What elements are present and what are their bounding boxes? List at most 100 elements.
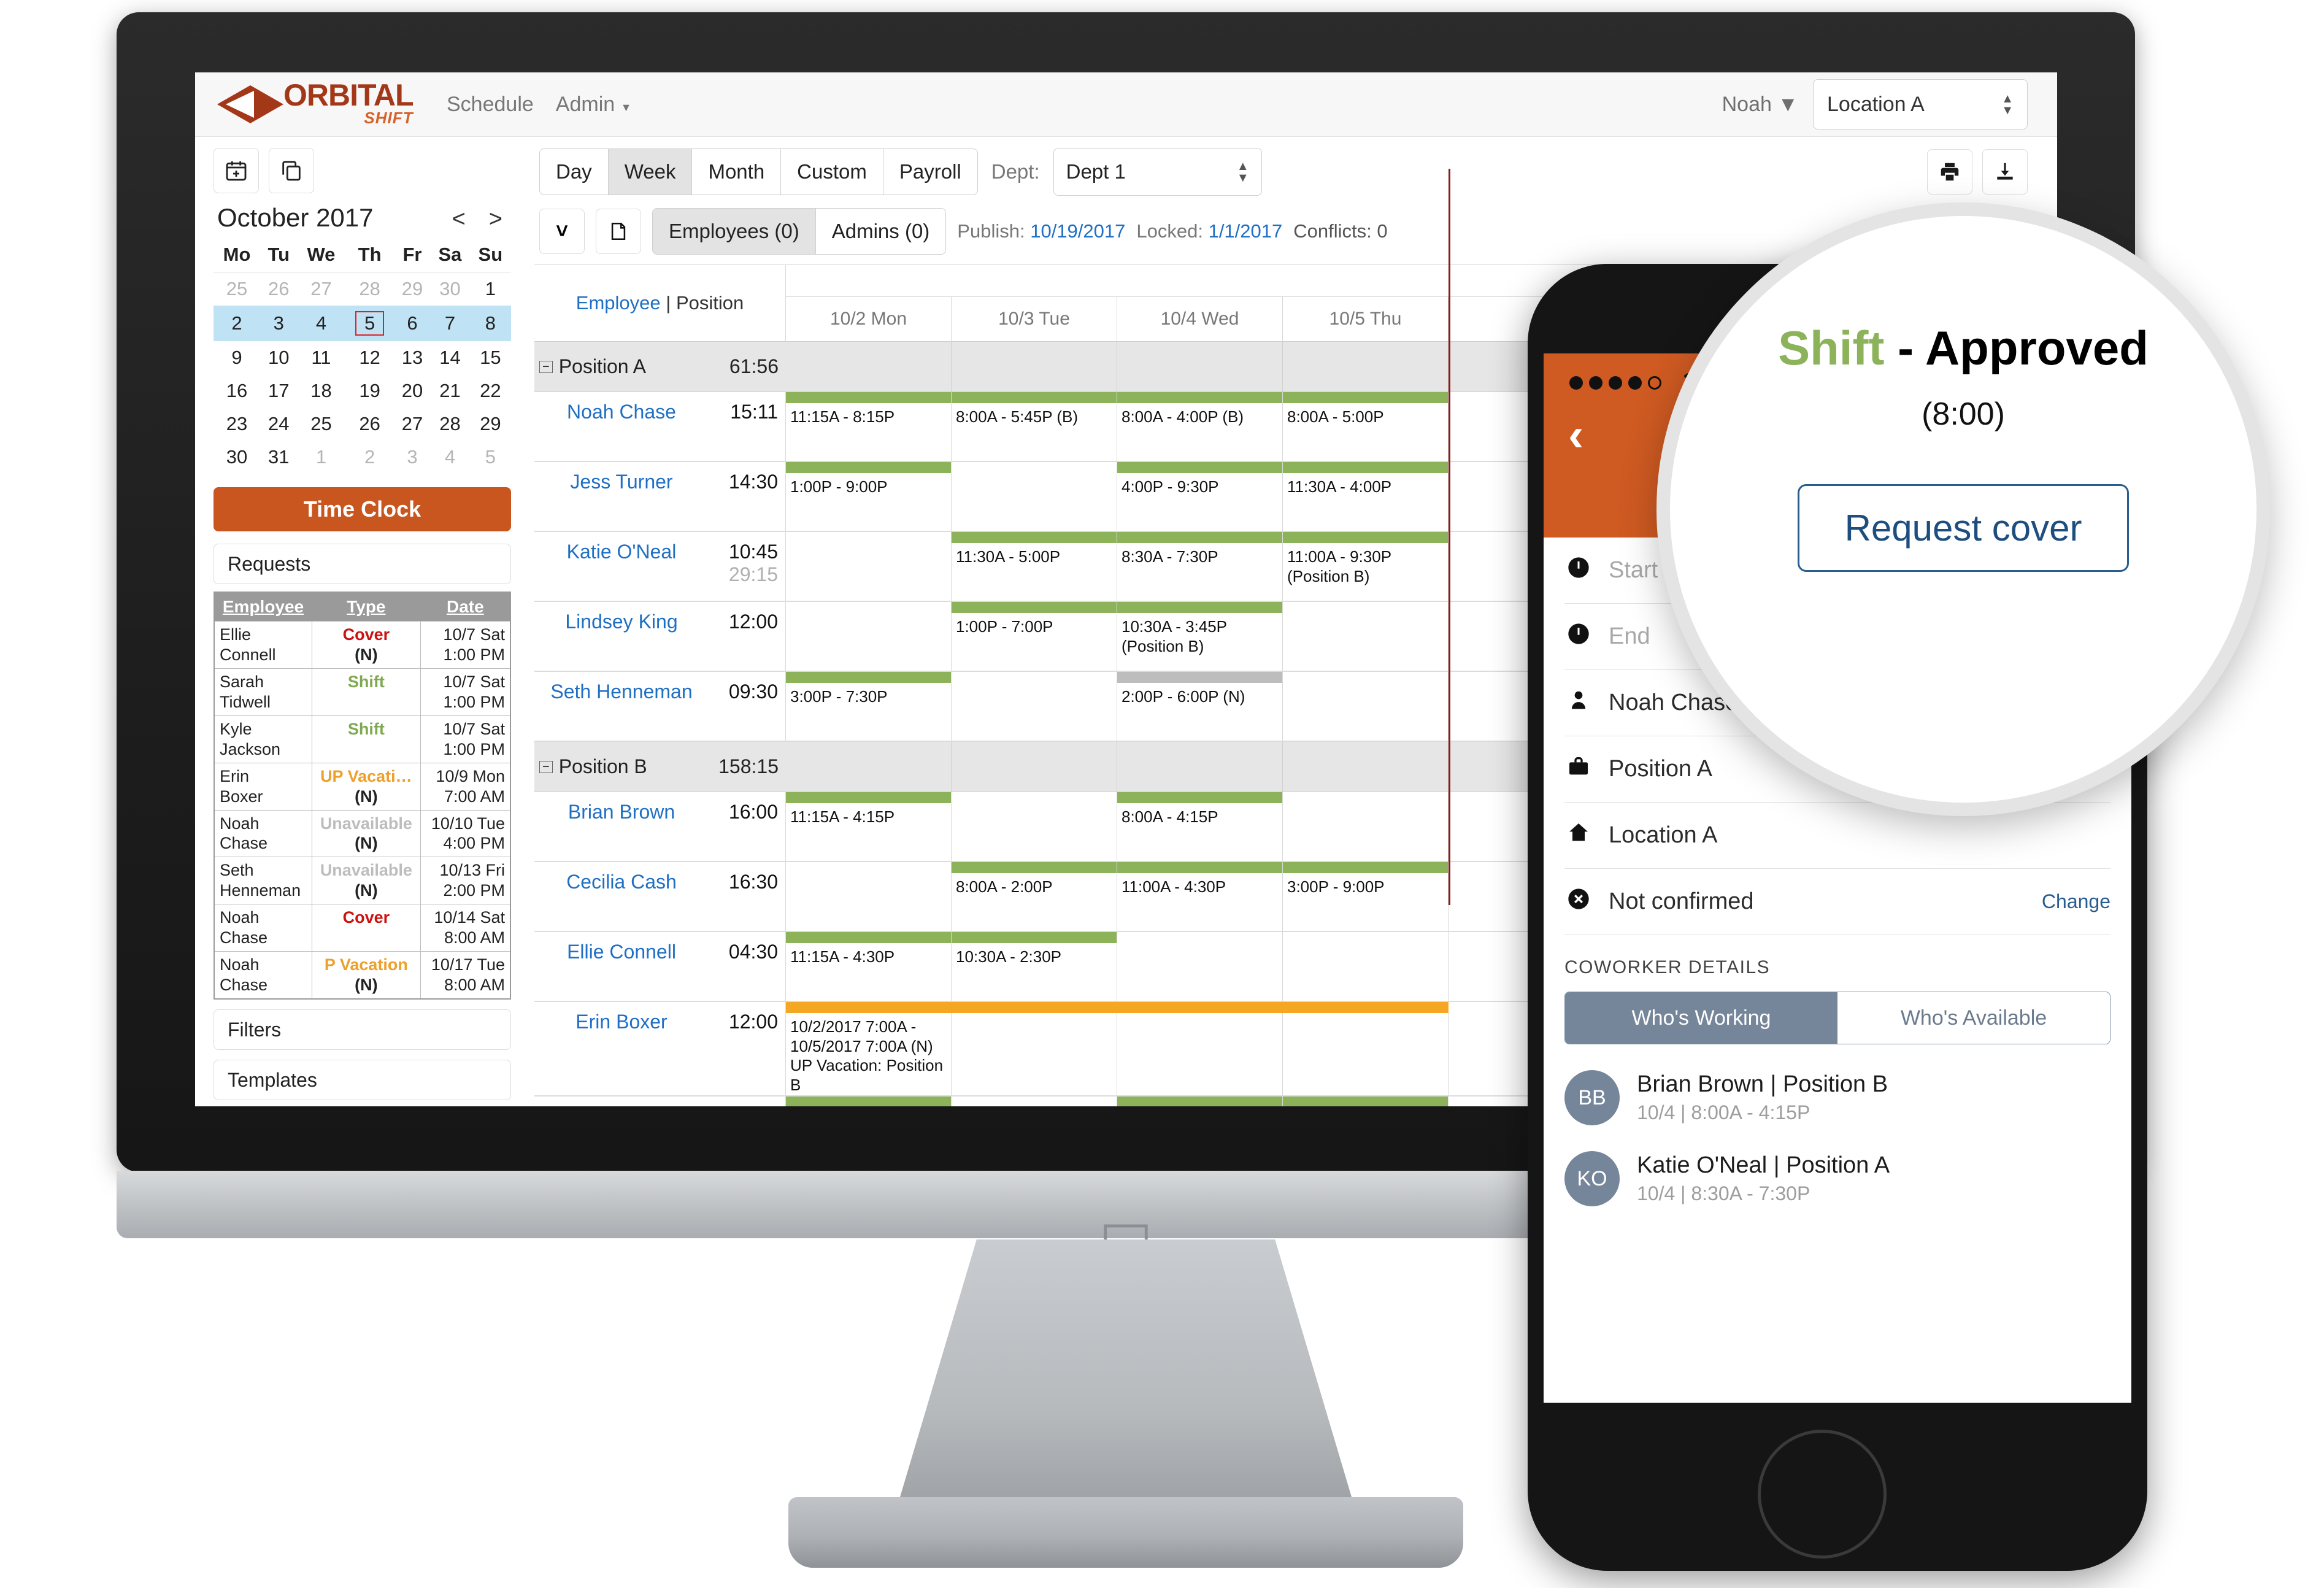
schedule-cell[interactable] [1117, 1002, 1283, 1095]
employee-name-link[interactable]: Jess Turner [534, 1097, 700, 1106]
calendar-day[interactable]: 17 [260, 374, 297, 407]
download-icon[interactable] [1982, 149, 2028, 195]
shift-text[interactable]: 11:15A - 4:15P [786, 803, 951, 827]
requests-column-header[interactable]: Date [420, 592, 510, 622]
tab-whos-working[interactable]: Who's Working [1565, 992, 1837, 1044]
requests-panel-header[interactable]: Requests [214, 544, 511, 584]
view-tab-day[interactable]: Day [540, 149, 609, 195]
schedule-cell[interactable]: 8:30A - 7:30P [1117, 532, 1283, 601]
employee-name-link[interactable]: Ellie Connell [534, 932, 700, 1001]
requests-row[interactable]: Noah Chase P Vacation (N) 10/17 Tue 8:00 AM [214, 951, 511, 1000]
shift-text[interactable]: 8:00A - 2:00P [952, 873, 1117, 897]
calendar-day[interactable]: 1 [297, 441, 345, 474]
schedule-cell[interactable]: 11:30A - 5:00P [952, 532, 1117, 601]
calendar-day[interactable]: 6 [394, 306, 431, 341]
tab-employees[interactable]: Employees (0) [653, 209, 816, 254]
collapse-icon[interactable]: − [539, 360, 553, 373]
shift-text[interactable]: 3:00P - 9:00P [1283, 873, 1448, 897]
locked-date[interactable]: 1/1/2017 [1209, 220, 1283, 242]
calendar-week-row[interactable]: 30 31 1 2 3 4 5 [214, 441, 511, 474]
shift-text[interactable]: 8:00A - 4:00P (B) [1117, 403, 1282, 427]
calendar-next-button[interactable]: > [489, 206, 502, 233]
schedule-cell[interactable]: 8:00A - 5:00P [1283, 392, 1449, 461]
schedule-cell[interactable] [1283, 672, 1449, 741]
calendar-week-row[interactable]: 25 26 27 28 29 30 1 [214, 272, 511, 306]
schedule-cell[interactable]: 11:00A - 9:30P (Position B) [1283, 532, 1449, 601]
calendar-day[interactable]: 23 [214, 407, 260, 441]
employee-name-link[interactable]: Cecilia Cash [534, 862, 700, 931]
calendar-day[interactable]: 16 [214, 374, 260, 407]
employee-name-link[interactable]: Seth Henneman [534, 672, 700, 741]
calendar-day[interactable]: 10 [260, 341, 297, 374]
calendar-day[interactable]: 2 [214, 306, 261, 341]
view-tab-month[interactable]: Month [692, 149, 782, 195]
shift-text[interactable]: 1:00P - 7:00P [952, 613, 1117, 637]
calendar-day[interactable]: 4 [430, 441, 469, 474]
calendar-day[interactable]: 5 [470, 441, 511, 474]
schedule-cell[interactable]: 11:15A - 8:15P [786, 392, 952, 461]
employee-position-header[interactable]: Employee | Position [534, 265, 786, 341]
shift-text[interactable]: 8:00A - 5:00P [1283, 403, 1448, 427]
calendar-day[interactable]: 3 [260, 306, 298, 341]
calendar-day[interactable]: 28 [430, 407, 469, 441]
schedule-cell[interactable]: 8:00A - 2:00P [952, 862, 1117, 931]
view-tab-custom[interactable]: Custom [781, 149, 883, 195]
requests-row[interactable]: Ellie Connell Cover (N) 10/7 Sat 1:00 PM [214, 621, 511, 669]
location-select[interactable]: Location A ▲ ▼ [1813, 79, 2028, 129]
nav-item-admin[interactable]: Admin ▼ [556, 93, 632, 117]
calendar-day[interactable]: 30 [214, 441, 260, 474]
calendar-day[interactable]: 26 [260, 272, 297, 306]
dept-select[interactable]: Dept 1 ▲ ▼ [1053, 148, 1262, 196]
calendar-prev-button[interactable]: < [452, 206, 466, 233]
calendar-day[interactable]: 28 [345, 272, 394, 306]
calendar-day[interactable]: 11 [297, 341, 345, 374]
schedule-cell[interactable]: 11:15A - 4:15P [786, 792, 952, 861]
coworker-list-item[interactable]: BB Brian Brown | Position B 10/4 | 8:00A -… [1564, 1044, 2110, 1125]
calendar-day[interactable]: 21 [430, 374, 469, 407]
schedule-cell[interactable] [952, 792, 1117, 861]
shift-text[interactable]: 10:30A - 2:30P [952, 943, 1117, 967]
calendar-day[interactable]: 26 [345, 407, 394, 441]
note-icon[interactable] [596, 209, 641, 254]
time-clock-button[interactable]: Time Clock [214, 487, 511, 531]
collapse-icon[interactable]: − [539, 760, 553, 773]
chevron-down-icon[interactable]: ˅ [539, 209, 585, 254]
calendar-day[interactable]: 29 [394, 272, 431, 306]
publish-date[interactable]: 10/19/2017 [1030, 220, 1125, 242]
requests-row[interactable]: Erin Boxer UP Vacati… (N) 10/9 Mon 7:00 AM [214, 762, 511, 811]
calendar-day[interactable]: 4 [297, 306, 345, 341]
schedule-cell[interactable]: 10:30A - 3:45P (Position B) [1117, 602, 1283, 671]
shift-text[interactable]: 8:00A - 5:45P (B) [952, 403, 1117, 427]
calendar-day[interactable]: 30 [430, 272, 469, 306]
schedule-cell[interactable]: 2:00P - 6:00P (N) [1117, 672, 1283, 741]
schedule-cell[interactable]: 8:00A - 4:00P (B) [1117, 392, 1283, 461]
schedule-cell[interactable]: 8:00A - 5:45P (B) [952, 392, 1117, 461]
shift-text[interactable]: 2:00P - 6:00P (N) [1117, 683, 1282, 707]
request-cover-button[interactable]: Request cover [1797, 484, 2130, 572]
calendar-day[interactable]: 20 [394, 374, 431, 407]
shift-text[interactable]: 11:15A - 8:15P [786, 403, 951, 427]
calendar-week-row[interactable]: 2345678 [214, 306, 511, 341]
calendar-week-row[interactable]: 9 10 11 12 13 14 15 [214, 341, 511, 374]
schedule-cell[interactable] [1283, 1002, 1449, 1095]
calendar-day[interactable]: 27 [297, 272, 345, 306]
shift-text[interactable]: 11:30A - 5:00P [952, 543, 1117, 567]
copy-icon[interactable] [269, 148, 314, 193]
shift-text[interactable]: 8:00A - 4:15P [1117, 803, 1282, 827]
schedule-cell[interactable] [952, 672, 1117, 741]
schedule-cell[interactable]: 11:30A - 4:00P [1283, 462, 1449, 531]
schedule-cell[interactable] [786, 532, 952, 601]
schedule-cell[interactable]: 3:00P - 9:00P [1283, 862, 1449, 931]
schedule-cell[interactable]: 4:00P - 9:30P [1117, 462, 1283, 531]
schedule-cell[interactable] [952, 462, 1117, 531]
brand-logo[interactable]: ORBITAL SHIFT [195, 80, 447, 128]
schedule-cell[interactable] [786, 602, 952, 671]
schedule-cell[interactable] [1283, 602, 1449, 671]
calendar-day[interactable]: 5 [345, 306, 394, 341]
view-tab-payroll[interactable]: Payroll [883, 149, 977, 195]
calendar-day[interactable]: 12 [345, 341, 394, 374]
calendar-week-row[interactable]: 23 24 25 26 27 28 29 [214, 407, 511, 441]
requests-row[interactable]: Noah Chase Unavailable (N) 10/10 Tue 4:00 P… [214, 809, 511, 858]
calendar-day[interactable]: 25 [297, 407, 345, 441]
shift-text[interactable]: 10/2/2017 7:00A - 10/5/2017 7:00A (N) UP… [786, 1013, 951, 1095]
